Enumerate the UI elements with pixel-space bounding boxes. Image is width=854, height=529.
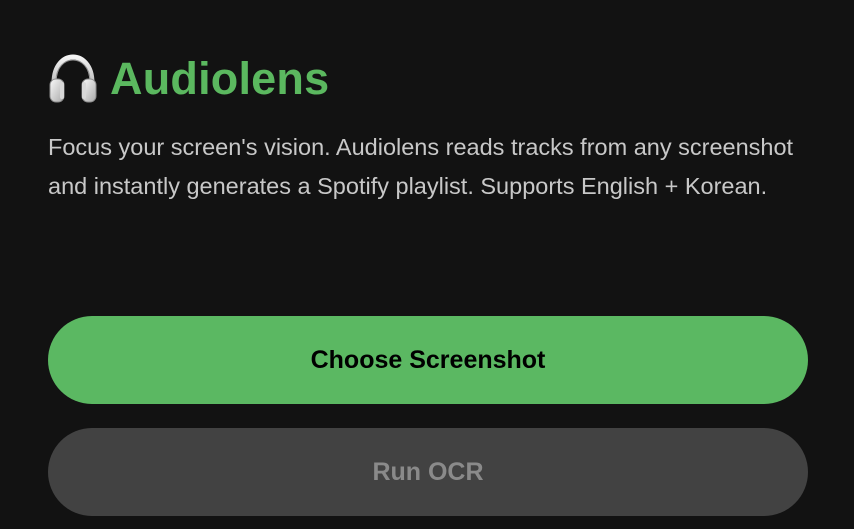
choose-screenshot-button[interactable]: Choose Screenshot	[48, 316, 808, 404]
run-ocr-button[interactable]: Run OCR	[48, 428, 808, 516]
audiolens-panel: Audiolens Focus your screen's vision. Au…	[0, 0, 854, 529]
app-title: Audiolens	[110, 53, 330, 104]
app-description: Focus your screen's vision. Audiolens re…	[48, 134, 794, 199]
headphones-icon	[49, 54, 97, 103]
app-header: Audiolens	[48, 50, 329, 108]
